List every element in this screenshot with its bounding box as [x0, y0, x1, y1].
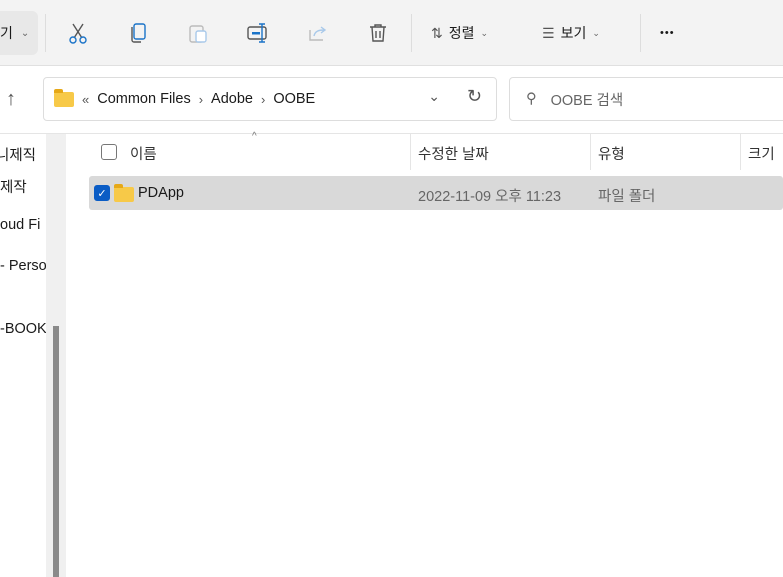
- breadcrumb-overflow[interactable]: «: [82, 92, 89, 107]
- folder-icon: [114, 184, 134, 202]
- column-header: 이름 ^ 수정한 날짜 유형 크기: [66, 131, 783, 170]
- rename-icon[interactable]: [245, 20, 271, 46]
- paste-icon: [185, 20, 211, 46]
- file-row[interactable]: ✓ PDApp 2022-11-09 오후 11:23 파일 폴더: [89, 176, 783, 210]
- chevron-down-icon[interactable]: ⌄: [428, 88, 440, 105]
- new-button[interactable]: 기 ⌄: [0, 11, 38, 55]
- sort-button[interactable]: ⇅ 정렬 ⌄: [431, 20, 488, 46]
- nav-item[interactable]: 니제직: [0, 144, 36, 165]
- copy-icon[interactable]: [125, 20, 151, 46]
- chevron-down-icon: ⌄: [480, 27, 489, 38]
- search-icon: ⚲: [526, 91, 537, 107]
- nav-item[interactable]: - Perso: [0, 258, 47, 274]
- breadcrumb-common-files[interactable]: Common Files: [97, 91, 190, 107]
- chevron-down-icon: ⌄: [20, 27, 30, 39]
- sort-ascending-icon: ^: [252, 131, 257, 142]
- row-checkbox[interactable]: ✓: [94, 185, 110, 201]
- scrollbar-thumb[interactable]: [53, 326, 59, 577]
- nav-item[interactable]: oud Fi: [0, 217, 40, 233]
- address-bar[interactable]: « Common Files › Adobe › OOBE ⌄ ↻: [43, 77, 497, 121]
- new-label: 기: [0, 25, 13, 41]
- folder-icon: [54, 88, 74, 107]
- nav-item[interactable]: 제작: [0, 176, 27, 197]
- delete-icon[interactable]: [365, 20, 391, 46]
- divider: [411, 14, 412, 52]
- divider: [590, 134, 591, 170]
- nav-item[interactable]: -BOOK: [0, 321, 47, 337]
- chevron-down-icon: ⌄: [592, 27, 600, 38]
- column-type[interactable]: 유형: [598, 143, 625, 164]
- share-icon: [305, 20, 331, 46]
- breadcrumb-oobe[interactable]: OOBE: [273, 91, 315, 107]
- up-arrow-icon[interactable]: ↑: [6, 88, 16, 111]
- more-button[interactable]: •••: [660, 20, 675, 46]
- divider: [640, 14, 641, 52]
- column-date[interactable]: 수정한 날짜: [418, 143, 489, 164]
- navigation-pane: 니제직 제작 oud Fi - Perso -BOOK: [0, 134, 47, 577]
- search-input[interactable]: ⚲ OOBE 검색: [509, 77, 783, 121]
- file-list: 이름 ^ 수정한 날짜 유형 크기 ✓ PDApp 2022-11-09 오후 …: [66, 131, 783, 577]
- divider: [740, 134, 741, 170]
- file-name: PDApp: [138, 185, 184, 201]
- chevron-right-icon: ›: [198, 91, 204, 107]
- column-name[interactable]: 이름: [130, 143, 157, 164]
- refresh-icon[interactable]: ↻: [467, 86, 482, 107]
- address-row: ↑ « Common Files › Adobe › OOBE ⌄ ↻ ⚲ OOB…: [0, 66, 783, 134]
- file-date: 2022-11-09 오후 11:23: [418, 189, 562, 205]
- column-size[interactable]: 크기: [748, 143, 775, 164]
- search-placeholder: OOBE 검색: [550, 92, 624, 109]
- divider: [410, 134, 411, 170]
- sort-icon: ⇅: [431, 24, 443, 41]
- view-button[interactable]: ☰ 보기 ⌄: [542, 20, 600, 46]
- view-icon: ☰: [542, 24, 555, 41]
- chevron-right-icon: ›: [260, 91, 266, 107]
- command-bar: 기 ⌄ ⇅ 정렬 ⌄ ☰ 보기 ⌄ •••: [0, 0, 783, 66]
- view-label: 보기: [560, 25, 587, 41]
- nav-scrollbar[interactable]: [46, 134, 66, 577]
- cut-icon[interactable]: [65, 20, 91, 46]
- file-type: 파일 폴더: [598, 189, 656, 205]
- breadcrumb-adobe[interactable]: Adobe: [211, 91, 253, 107]
- select-all-checkbox[interactable]: [101, 144, 117, 160]
- divider: [45, 14, 46, 52]
- sort-label: 정렬: [448, 25, 475, 41]
